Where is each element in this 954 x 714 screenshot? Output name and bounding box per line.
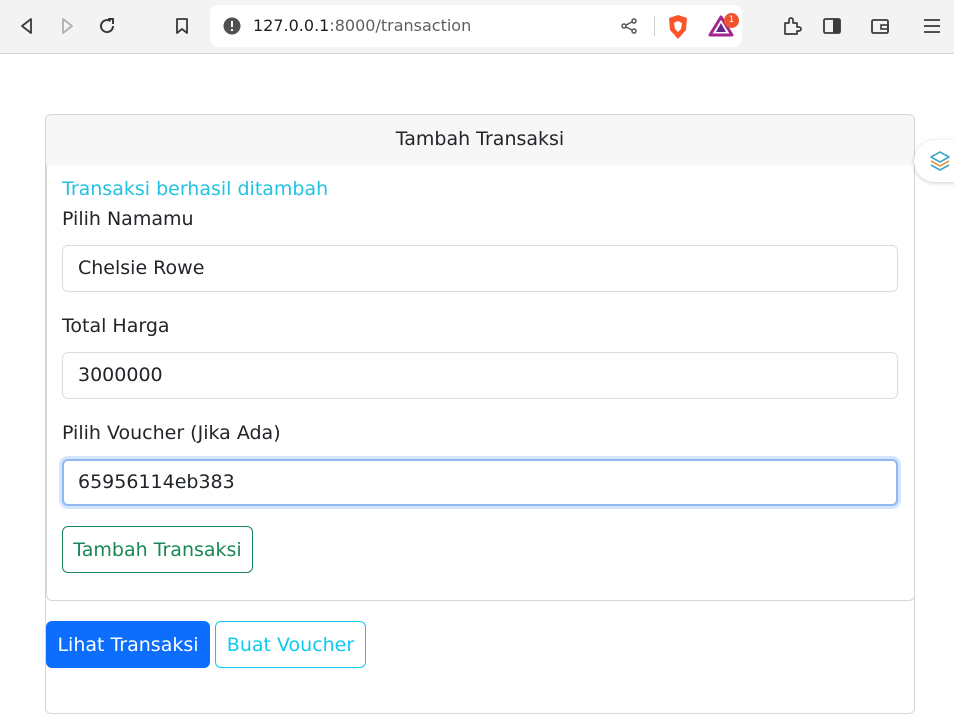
share-icon[interactable] (620, 17, 638, 39)
name-label: Pilih Namamu (62, 208, 194, 230)
url-host: 127.0.0.1 (253, 16, 330, 35)
notification-badge: 1 (724, 13, 739, 28)
brave-shield-icon[interactable] (666, 14, 690, 44)
success-message: Transaksi berhasil ditambah (62, 178, 329, 200)
name-select[interactable]: Chelsie Rowe (62, 245, 898, 292)
total-label: Total Harga (62, 315, 170, 337)
url-path: :8000/transaction (329, 16, 472, 35)
address-bar[interactable]: 127.0.0.1:8000/transaction (210, 5, 742, 47)
extension-float-icon[interactable] (914, 140, 954, 182)
submit-transaction-button[interactable]: Tambah Transaksi (62, 526, 253, 573)
bookmark-icon[interactable] (167, 11, 197, 41)
voucher-label: Pilih Voucher (Jika Ada) (62, 422, 281, 444)
wallet-icon[interactable] (865, 11, 895, 41)
back-icon[interactable] (12, 11, 42, 41)
create-voucher-button[interactable]: Buat Voucher (215, 621, 366, 668)
forward-icon[interactable] (52, 11, 82, 41)
extensions-icon[interactable] (777, 11, 807, 41)
view-transactions-button[interactable]: Lihat Transaksi (46, 621, 210, 668)
info-icon[interactable] (223, 17, 241, 39)
browser-toolbar: 127.0.0.1:8000/transaction 1 (0, 0, 954, 54)
reload-icon[interactable] (92, 11, 122, 41)
menu-icon[interactable] (917, 11, 947, 41)
card-title: Tambah Transaksi (395, 128, 565, 150)
toolbar-separator (654, 16, 655, 36)
voucher-select[interactable]: 65956114eb383 (62, 459, 898, 506)
url-text: 127.0.0.1:8000/transaction (253, 16, 471, 35)
sidebar-icon[interactable] (817, 11, 847, 41)
card-header: Tambah Transaksi (46, 115, 914, 166)
total-input[interactable]: 3000000 (62, 352, 898, 399)
